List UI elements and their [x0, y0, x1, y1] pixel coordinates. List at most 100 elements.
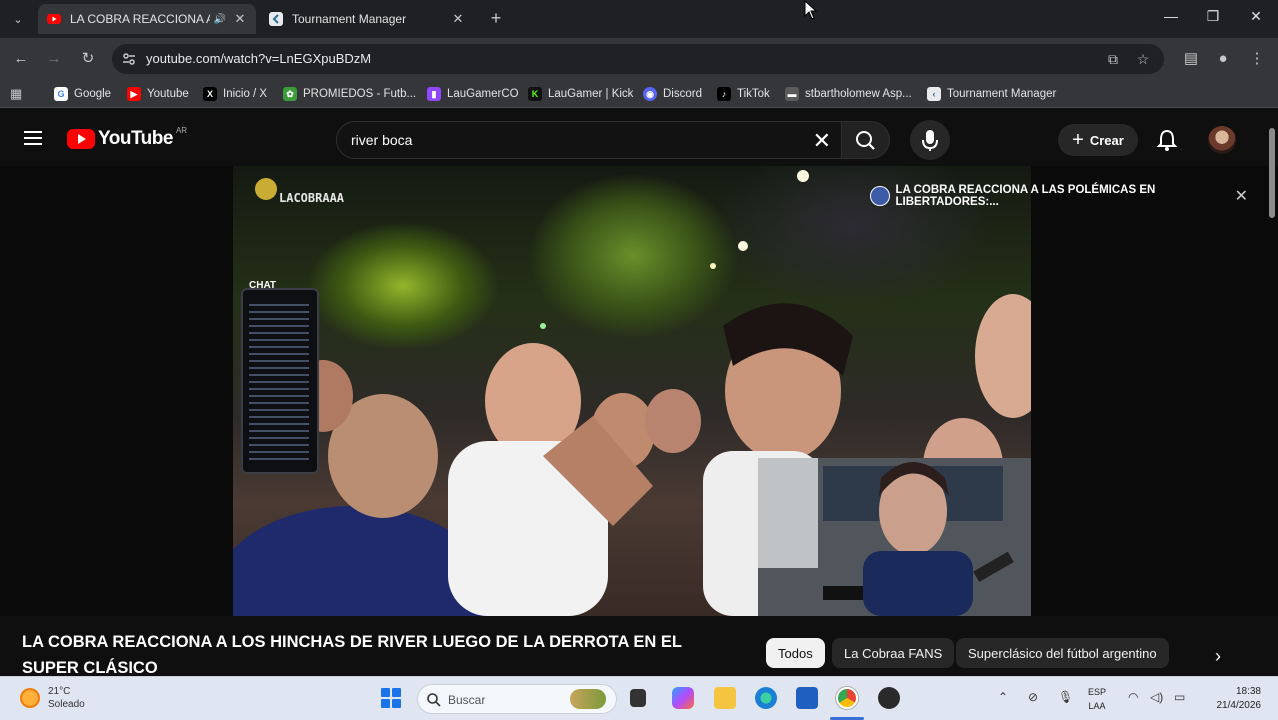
close-tab-icon[interactable]: ✕: [232, 11, 248, 27]
wifi-icon[interactable]: ◠: [1128, 690, 1138, 704]
bookmarks-bar: ▦ G Google ▶ Youtube X Inicio / X ✿ PROMIEDO…: [0, 80, 1278, 108]
speaker-icon[interactable]: 🔊: [214, 14, 226, 25]
reading-list-icon[interactable]: ▤: [1180, 48, 1202, 70]
tiktok-icon: ♪: [717, 87, 731, 101]
bookmark-kick[interactable]: K LauGamer | Kick: [528, 85, 633, 103]
bookmark-google[interactable]: G Google: [54, 85, 111, 103]
video-title: LA COBRA REACCIONA A LOS HINCHAS DE RIVE…: [22, 633, 682, 677]
volume-icon[interactable]: ◁): [1150, 690, 1163, 704]
video-details: LA COBRA REACCIONA A LOS HINCHAS DE RIVE…: [0, 616, 1278, 677]
watermark-logo-icon: [255, 178, 277, 200]
overlay-video-title: LA COBRA REACCIONA A LAS POLÉMICAS EN LI…: [895, 184, 1156, 208]
tab-search-icon[interactable]: ⌄: [6, 8, 30, 30]
windows-taskbar: 21°C Soleado Buscar ⌃ ⊘ 🎙 ESP LAA ◠ ◁) ▭ 1…: [0, 676, 1278, 720]
close-overlay-icon[interactable]: ✕: [1235, 186, 1248, 206]
sun-icon: [20, 688, 40, 708]
search-input[interactable]: river boca ✕: [336, 121, 842, 159]
google-icon: G: [54, 87, 68, 101]
youtube-icon: ▶: [127, 87, 141, 101]
search-icon: [427, 693, 441, 707]
bookmark-tournament-manager[interactable]: ‹ Tournament Manager: [927, 85, 1056, 103]
forward-arrow-icon[interactable]: →: [43, 48, 65, 70]
chat-lines: [249, 304, 309, 464]
restore-icon[interactable]: ❐: [1202, 8, 1224, 30]
stream-chat-overlay: CHAT: [241, 280, 319, 474]
bookmark-tiktok[interactable]: ♪ TikTok: [717, 85, 770, 103]
hamburger-menu-icon[interactable]: [24, 131, 42, 145]
microphone-icon: [922, 130, 938, 151]
site-info-icon[interactable]: [120, 50, 138, 68]
bookmark-star-icon[interactable]: ☆: [1134, 50, 1152, 68]
url-text: youtube.com/watch?v=LnEGXpuBDzM: [146, 51, 372, 66]
bookmark-youtube[interactable]: ▶ Youtube: [127, 85, 189, 103]
microphone-icon[interactable]: 🎙: [1058, 690, 1073, 704]
tab-tournament-manager[interactable]: Tournament Manager ✕: [260, 4, 474, 34]
kick-icon: K: [528, 87, 542, 101]
chip-superclasico[interactable]: Superclásico del fútbol argentino: [956, 638, 1169, 668]
language-indicator[interactable]: ESP LAA: [1088, 685, 1106, 713]
back-arrow-icon[interactable]: ←: [10, 48, 32, 70]
video-player[interactable]: LACOBRAAA CHAT LA COBRA REACCIONA A LAS …: [0, 166, 1278, 616]
browser-toolbar: ← → ↻ youtube.com/watch?v=LnEGXpuBDzM ⧉ …: [0, 38, 1278, 80]
meet-now-icon[interactable]: ⊘: [1028, 690, 1038, 704]
video-frame[interactable]: LACOBRAAA CHAT: [233, 166, 1031, 616]
youtube-play-icon: [67, 129, 95, 149]
bookmark-discord[interactable]: ◉ Discord: [643, 85, 702, 103]
close-window-icon[interactable]: ✕: [1245, 8, 1267, 30]
bookmark-laugamerco[interactable]: ▮ LauGamerCO: [427, 85, 519, 103]
clear-search-icon[interactable]: ✕: [813, 128, 831, 154]
page-scrollbar[interactable]: [1266, 114, 1278, 676]
youtube-header: YouTube AR river boca ✕ + Crear: [0, 114, 1278, 166]
obs-icon[interactable]: [878, 687, 900, 709]
minimize-icon[interactable]: —: [1160, 8, 1182, 30]
promiedos-icon: ✿: [283, 87, 297, 101]
address-bar[interactable]: youtube.com/watch?v=LnEGXpuBDzM ⧉ ☆: [112, 44, 1164, 74]
x-icon: X: [203, 87, 217, 101]
task-view-icon[interactable]: [630, 689, 646, 707]
chip-la-cobraa-fans[interactable]: La Cobraa FANS: [832, 638, 955, 668]
search-button[interactable]: [842, 121, 890, 159]
new-tab-button[interactable]: +: [486, 9, 506, 29]
youtube-logo[interactable]: YouTube AR: [67, 126, 187, 150]
chevron-right-icon[interactable]: ›: [1206, 646, 1230, 670]
video-info-overlay[interactable]: LA COBRA REACCIONA A LAS POLÉMICAS EN LI…: [870, 184, 1252, 208]
discord-icon: ◉: [643, 87, 657, 101]
close-tab-icon[interactable]: ✕: [450, 11, 466, 27]
voice-search-button[interactable]: [910, 120, 950, 160]
edge-browser-icon[interactable]: [755, 687, 777, 709]
system-clock[interactable]: 18:38 21/4/2026: [1205, 685, 1262, 713]
video-scene: [233, 170, 1031, 616]
chat-label: CHAT: [249, 280, 277, 291]
avatar[interactable]: [1208, 126, 1236, 154]
tab-title: Tournament Manager: [292, 12, 407, 26]
browser-tab-strip: ⌄ LA COBRA REACCIONA A L 🔊 ✕ Tournament …: [0, 0, 1278, 38]
channel-avatar-icon: [870, 186, 890, 206]
reload-icon[interactable]: ↻: [77, 48, 99, 70]
tab-youtube-video[interactable]: LA COBRA REACCIONA A L 🔊 ✕: [38, 4, 256, 34]
menu-kebab-icon[interactable]: ⋮: [1246, 48, 1268, 70]
file-explorer-icon[interactable]: [714, 687, 736, 709]
taskbar-search-input[interactable]: Buscar: [417, 684, 617, 714]
profile-icon[interactable]: ●: [1212, 48, 1234, 70]
install-app-icon[interactable]: ⧉: [1104, 50, 1122, 68]
windows-start-icon[interactable]: [381, 688, 401, 708]
page-icon: ▬: [785, 87, 799, 101]
twitch-icon: ▮: [427, 87, 441, 101]
weather-widget[interactable]: 21°C Soleado: [20, 685, 85, 711]
tournament-icon: ‹: [927, 87, 941, 101]
search-icon: [856, 131, 875, 150]
bookmark-x[interactable]: X Inicio / X: [203, 85, 267, 103]
microsoft-store-icon[interactable]: [796, 687, 818, 709]
create-button[interactable]: + Crear: [1058, 124, 1138, 156]
bookmark-promiedos[interactable]: ✿ PROMIEDOS - Futb...: [283, 85, 416, 103]
scrollbar-thumb[interactable]: [1269, 128, 1275, 218]
show-hidden-icons-icon[interactable]: ⌃: [998, 690, 1008, 704]
search-highlight-icon: [570, 689, 606, 709]
copilot-icon[interactable]: [672, 687, 694, 709]
bookmark-stbartholomew[interactable]: ▬ stbartholomew Asp...: [785, 85, 912, 103]
chip-todos[interactable]: Todos: [766, 638, 825, 668]
notifications-bell-icon[interactable]: [1156, 128, 1178, 152]
battery-icon[interactable]: ▭: [1174, 690, 1185, 704]
chrome-icon[interactable]: [836, 687, 858, 709]
apps-grid-icon[interactable]: ▦: [10, 85, 22, 103]
